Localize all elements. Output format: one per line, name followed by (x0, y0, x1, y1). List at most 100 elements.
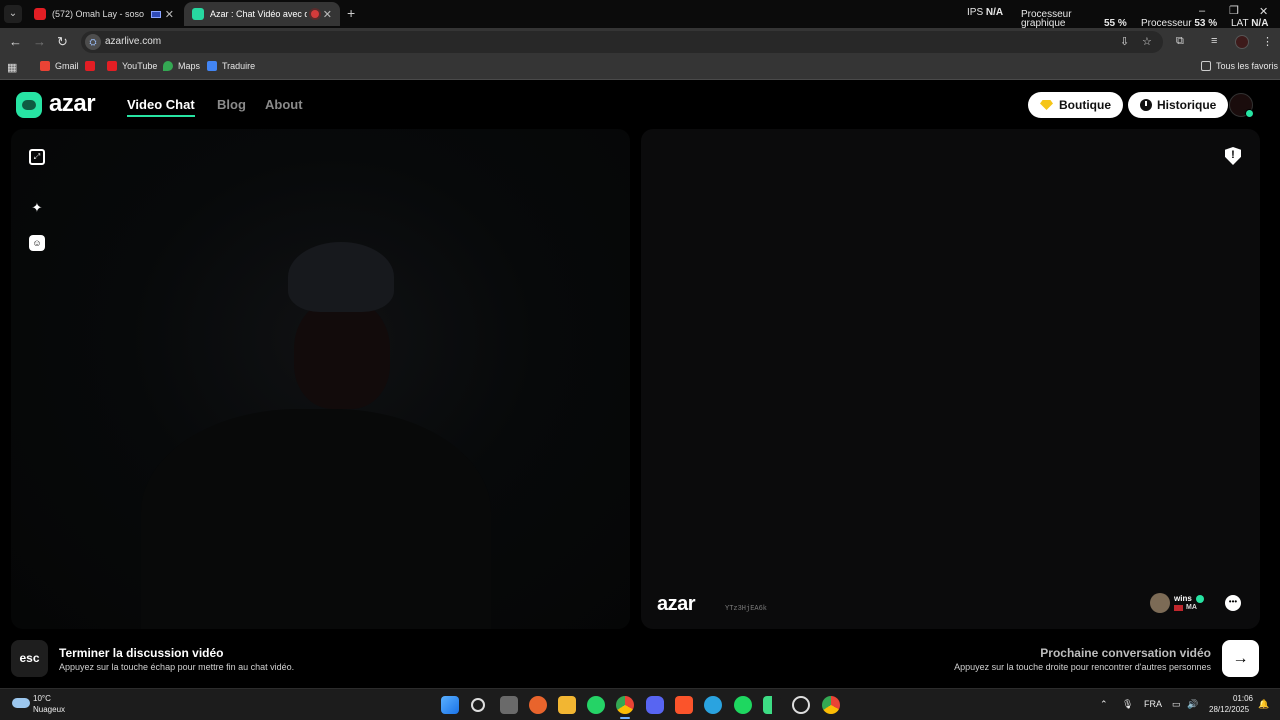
cloud-weather-icon[interactable] (12, 698, 30, 708)
more-menu-icon[interactable]: ⋮ (1262, 35, 1273, 48)
close-tab-icon[interactable]: ✕ (323, 8, 332, 21)
brave-icon[interactable] (675, 696, 693, 714)
all-bookmarks-label: Tous les favoris (1216, 61, 1279, 71)
peer-avatar[interactable] (1150, 593, 1170, 613)
next-chat-description: Appuyez sur la touche droite pour rencon… (954, 662, 1211, 672)
report-shield-icon[interactable]: ! (1225, 147, 1241, 165)
weather-condition[interactable]: Nuageux (33, 705, 65, 714)
gpu-stat-label: Processeur graphique (1021, 10, 1072, 29)
folder-icon (1201, 61, 1211, 71)
bookmark-star-icon[interactable]: ☆ (1142, 35, 1152, 48)
history-clock-icon (1140, 99, 1152, 111)
azar-header: azar Video Chat Blog About Boutique Hist… (0, 80, 1280, 128)
whatsapp-icon[interactable] (587, 696, 605, 714)
chrome-icon[interactable] (616, 696, 634, 714)
self-camera-silhouette-cap (288, 242, 394, 312)
boutique-label: Boutique (1059, 98, 1111, 112)
translate-icon (207, 61, 217, 71)
install-app-icon[interactable]: ⇩ (1120, 35, 1129, 48)
youtube-icon (34, 8, 46, 20)
chat-bubble-icon[interactable]: ••• (1225, 595, 1241, 611)
discord-icon[interactable] (646, 696, 664, 714)
close-window-icon[interactable]: ✕ (1259, 5, 1268, 18)
bookmark-gmail[interactable]: Gmail (40, 61, 79, 71)
extensions-icon[interactable]: ⧉ (1176, 35, 1184, 48)
play-store-icon[interactable] (763, 696, 781, 714)
historique-label: Historique (1157, 98, 1217, 112)
reload-icon[interactable]: ↻ (57, 34, 68, 50)
apps-grid-icon[interactable]: ▦ (7, 61, 17, 74)
profile-avatar[interactable] (1235, 35, 1249, 49)
search-icon[interactable] (471, 698, 485, 712)
tab-azar[interactable]: Azar : Chat Vidéo avec de n ✕ (184, 2, 340, 26)
site-info-icon[interactable]: ⛭ (85, 34, 101, 50)
recording-icon (310, 10, 319, 18)
active-app-indicator (620, 717, 630, 719)
ips-stat: IPS N/A (967, 8, 1003, 18)
restore-icon[interactable]: ❐ (1229, 4, 1239, 17)
verified-badge-icon (1196, 595, 1204, 603)
peer-name[interactable]: wins (1174, 594, 1192, 603)
ips-label: IPS (967, 7, 984, 18)
bookmark-maps[interactable]: Maps (163, 61, 200, 71)
address-bar[interactable]: ⛭ azarlive.com ⇩ ☆ (81, 31, 1163, 53)
nav-blog[interactable]: Blog (217, 97, 246, 112)
back-icon[interactable]: ← (9, 34, 22, 49)
telegram-icon[interactable] (704, 696, 722, 714)
new-tab-button[interactable]: + (347, 5, 355, 21)
tray-overflow-icon[interactable]: ⌃ (1100, 699, 1108, 710)
spotify-icon[interactable] (734, 696, 752, 714)
tab-title: (572) Omah Lay - soso (Offi (52, 9, 147, 19)
clock-date[interactable]: 28/12/2025 (1209, 705, 1249, 714)
bookmark-youtube[interactable]: YouTube (107, 61, 157, 71)
task-view-icon[interactable] (500, 696, 518, 714)
end-chat-title: Terminer la discussion vidéo (59, 646, 224, 660)
network-icon[interactable]: ▭ (1172, 699, 1181, 710)
end-chat-esc-button[interactable]: esc (11, 640, 48, 677)
close-tab-icon[interactable]: ✕ (165, 8, 174, 21)
media-playing-icon[interactable] (150, 10, 161, 18)
tab-title: Azar : Chat Vidéo avec de n (210, 9, 307, 19)
bookmark-traduire[interactable]: Traduire (207, 61, 255, 71)
swap-view-icon[interactable]: ⤢ (29, 149, 45, 165)
boutique-button[interactable]: Boutique (1028, 92, 1123, 118)
minimize-icon[interactable]: – (1199, 5, 1205, 17)
peer-video-pane: ! azar YTz3HjEA6k wins MA ••• (641, 129, 1260, 629)
start-windows-icon[interactable] (441, 696, 459, 714)
tab-youtube[interactable]: (572) Omah Lay - soso (Offi ✕ (26, 2, 182, 26)
weather-temperature[interactable]: 10°C (33, 694, 51, 703)
peer-session-id: YTz3HjEA6k (725, 605, 768, 613)
clock-time[interactable]: 01:06 (1229, 694, 1253, 703)
all-bookmarks[interactable]: Tous les favoris (1201, 61, 1278, 71)
language-indicator[interactable]: FRA (1144, 699, 1162, 709)
bookmark-label: Gmail (55, 61, 79, 71)
azar-favicon-icon (192, 8, 204, 20)
volume-icon[interactable]: 🔊 (1187, 699, 1198, 710)
file-explorer-icon[interactable] (558, 696, 576, 714)
effects-sparkle-icon[interactable]: ✦ (29, 200, 45, 216)
azar-logo-text[interactable]: azar (49, 90, 96, 118)
windows-taskbar: 10°C Nuageux ⌃ 🎙 FRA ▭ 🔊 01:06 28/12/202… (0, 688, 1280, 720)
gmail-icon (40, 61, 50, 71)
bookmark-label: YouTube (122, 61, 158, 71)
nav-video-chat[interactable]: Video Chat (127, 97, 195, 112)
forward-icon[interactable]: → (33, 34, 46, 49)
chrome-profile-icon[interactable] (822, 696, 840, 714)
microphone-icon[interactable]: 🎙 (1122, 699, 1133, 710)
app-orange-icon[interactable] (529, 696, 547, 714)
azar-logo-icon[interactable] (16, 92, 42, 118)
bookmark-youtube-icon-only[interactable] (85, 61, 100, 71)
self-video-pane: ⤢ ✦ ☺ (11, 129, 630, 629)
notification-bell-icon[interactable]: 🔔 (1258, 699, 1269, 710)
app-circle-icon[interactable] (792, 696, 810, 714)
next-chat-arrow-button[interactable]: → (1222, 640, 1259, 677)
nav-about[interactable]: About (265, 97, 303, 112)
self-camera-silhouette-body (141, 409, 491, 629)
peer-country: MA (1186, 604, 1197, 611)
face-mask-icon[interactable]: ☺ (29, 235, 45, 251)
tab-search-chevron-icon[interactable]: ⌄ (4, 5, 22, 23)
media-controls-icon[interactable]: ≡ (1211, 35, 1217, 47)
peer-azar-watermark: azar (657, 593, 696, 615)
historique-button[interactable]: Historique (1128, 92, 1229, 118)
url-text[interactable]: azarlive.com (105, 36, 161, 47)
